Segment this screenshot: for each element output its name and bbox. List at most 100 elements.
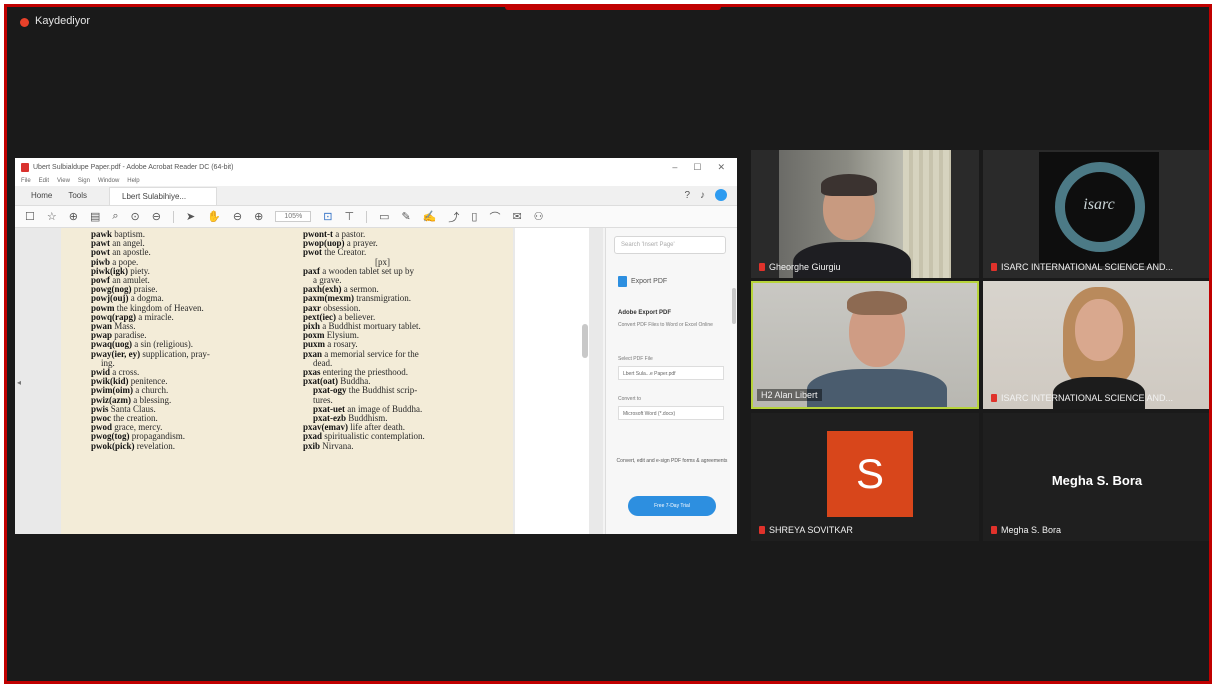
participant-name-text: ISARC INTERNATIONAL SCIENCE AND... <box>1001 393 1174 403</box>
delete-icon[interactable]: ▯ <box>471 210 477 223</box>
recording-label: Kaydediyor <box>35 15 91 27</box>
menu-edit[interactable]: Edit <box>39 178 49 184</box>
pdf-page: pawk baptism. pawt an angel. powt an apost… <box>61 228 513 534</box>
convert-to-select[interactable]: Microsoft Word (*.docx) <box>618 406 724 420</box>
tab-tools[interactable]: Tools <box>60 191 95 205</box>
export-title: Adobe Export PDF <box>618 310 672 316</box>
participant-name-text: H2 Alan Libert <box>761 390 818 400</box>
bookmark-star-icon[interactable]: ☆ <box>47 210 57 223</box>
zoom-out-icon[interactable]: ⊖ <box>233 210 242 223</box>
acrobat-toolbar: ☐ ☆ ⊕ ▤ ⌕ ⊙ ⊖ ➤ ✋ ⊖ ⊕ 105% ⊡ ⊤ ▭ ✎ ✍ ⤴ ▯… <box>15 206 737 228</box>
close-button[interactable]: ✕ <box>717 162 725 173</box>
export-description: Convert PDF Files to Word or Excel Onlin… <box>618 322 713 328</box>
entry-definition: Nirvana. <box>322 440 354 451</box>
export-pdf-header[interactable]: Export PDF <box>618 276 667 287</box>
menu-sign[interactable]: Sign <box>78 178 90 184</box>
sign-icon[interactable]: ✍ <box>423 210 437 223</box>
participant-name-text: SHREYA SOVITKAR <box>769 525 853 535</box>
create-icon[interactable]: ☐ <box>25 210 35 223</box>
email-icon[interactable]: ✉ <box>512 210 521 223</box>
participant-tile-isarc-2[interactable]: ISARC INTERNATIONAL SCIENCE AND... <box>983 281 1209 409</box>
left-panel-toggle-icon[interactable]: ◂ <box>17 378 21 387</box>
dictionary-column-left: pawk baptism. pawt an angel. powt an apost… <box>91 229 210 451</box>
user-avatar-icon[interactable] <box>715 189 727 201</box>
participant-body <box>793 242 911 278</box>
fit-page-icon[interactable]: ⊡ <box>323 210 332 223</box>
tab-home[interactable]: Home <box>23 191 60 205</box>
participant-name: ISARC INTERNATIONAL SCIENCE AND... <box>991 262 1173 272</box>
select-file-label: Select PDF File <box>618 356 653 362</box>
comment-icon[interactable]: ▭ <box>379 210 389 223</box>
participant-tile-megha[interactable]: Megha S. Bora Megha S. Bora <box>983 413 1209 541</box>
menu-file[interactable]: File <box>21 178 31 184</box>
page-up-icon[interactable]: ⊙ <box>131 210 140 223</box>
participant-name-text: Gheorghe Giurgiu <box>769 262 841 272</box>
participant-name-text: Megha S. Bora <box>1001 525 1062 535</box>
participant-hair <box>821 174 877 196</box>
entry-headword: pway(ier, ey) <box>91 348 141 359</box>
highlight-pen-icon[interactable]: ✎ <box>401 210 410 223</box>
free-trial-button[interactable]: Free 7-Day Trial <box>628 496 716 516</box>
hand-icon[interactable]: ✋ <box>207 210 221 223</box>
print-icon[interactable]: ▤ <box>90 210 100 223</box>
person-add-icon[interactable]: ⚇ <box>534 210 544 223</box>
avatar: S <box>827 431 913 517</box>
select-cursor-icon[interactable]: ➤ <box>186 210 195 223</box>
attach-icon[interactable]: ⌒ <box>489 209 500 225</box>
participant-name: SHREYA SOVITKAR <box>759 525 853 535</box>
zoom-in-icon[interactable]: ⊕ <box>254 210 263 223</box>
upload-icon[interactable]: ⊕ <box>69 210 78 223</box>
select-file-field[interactable]: Lbert Sula...e Paper.pdf <box>618 366 724 380</box>
muted-mic-icon <box>991 526 997 534</box>
export-pdf-label: Export PDF <box>631 278 668 285</box>
menu-window[interactable]: Window <box>98 178 119 184</box>
meeting-window: Kaydediyor Ubert Sulbialdupe Paper.pdf -… <box>4 4 1212 684</box>
entry-definition: revelation. <box>136 440 175 451</box>
window-controls: – ☐ ✕ <box>672 162 737 173</box>
acrobat-title-bar: Ubert Sulbialdupe Paper.pdf - Adobe Acro… <box>15 158 737 176</box>
entry-definition: the Creator. <box>324 247 367 258</box>
page-down-icon[interactable]: ⊖ <box>152 210 161 223</box>
participant-tile-shreya[interactable]: S SHREYA SOVITKAR <box>751 413 979 541</box>
participant-tile-gheorghe[interactable]: Gheorghe Giurgiu <box>751 150 979 278</box>
dictionary-column-right: pwont-t a pastor. pwop(uop) a prayer. pwot… <box>303 229 425 451</box>
document-scrollbar[interactable] <box>582 324 588 358</box>
acrobat-window-title: Ubert Sulbialdupe Paper.pdf - Adobe Acro… <box>33 163 234 171</box>
pane-scrollbar[interactable] <box>732 288 736 324</box>
bell-icon[interactable]: ♪ <box>700 190 705 201</box>
entry-headword: pwot <box>303 247 323 258</box>
menu-view[interactable]: View <box>57 178 70 184</box>
search-icon[interactable]: ⌕ <box>112 210 118 223</box>
participant-name: H2 Alan Libert <box>757 389 822 401</box>
dictionary-entry: pxib Nirvana. <box>303 440 425 451</box>
participant-name: ISARC INTERNATIONAL SCIENCE AND... <box>991 393 1173 403</box>
acrobat-tab-bar: Home Tools Lbert Sulabihiye... ? ♪ <box>15 186 737 206</box>
logo-text: isarc <box>1083 196 1115 213</box>
participant-body <box>807 369 947 407</box>
participant-video <box>779 150 951 278</box>
shared-screen-acrobat[interactable]: Ubert Sulbialdupe Paper.pdf - Adobe Acro… <box>15 158 737 534</box>
entry-definition: a memorial service for the <box>324 348 419 359</box>
minimize-button[interactable]: – <box>672 162 677 173</box>
zoom-select[interactable]: 105% <box>275 211 312 222</box>
tools-search-input[interactable]: Search 'Insert Page' <box>614 236 726 254</box>
muted-mic-icon <box>991 263 997 271</box>
document-viewport[interactable]: ◂ pawk baptism. pawt an angel. powt an apo… <box>15 228 603 534</box>
menu-help[interactable]: Help <box>127 178 139 184</box>
entry-definition: the Buddhist scrip- <box>348 385 418 396</box>
help-icon[interactable]: ? <box>684 190 690 201</box>
participant-tile-isarc-1[interactable]: isarc ISARC INTERNATIONAL SCIENCE AND... <box>983 150 1209 278</box>
maximize-button[interactable]: ☐ <box>693 162 701 173</box>
participant-name: Gheorghe Giurgiu <box>759 262 841 272</box>
muted-mic-icon <box>759 263 765 271</box>
participant-tile-alan-libert[interactable]: H2 Alan Libert <box>751 281 979 409</box>
scroll-mode-icon[interactable]: ⊤ <box>344 210 354 223</box>
tab-document[interactable]: Lbert Sulabihiye... <box>109 187 218 205</box>
dictionary-entry: pwot the Creator. <box>303 248 425 257</box>
share-link-icon[interactable]: ⤴ <box>448 209 459 225</box>
toolbar-divider <box>366 210 368 223</box>
participant-name-text: ISARC INTERNATIONAL SCIENCE AND... <box>1001 262 1174 272</box>
participant-face <box>1075 299 1123 361</box>
dictionary-entry: pwok(pick) revelation. <box>91 440 210 451</box>
muted-mic-icon <box>759 526 765 534</box>
